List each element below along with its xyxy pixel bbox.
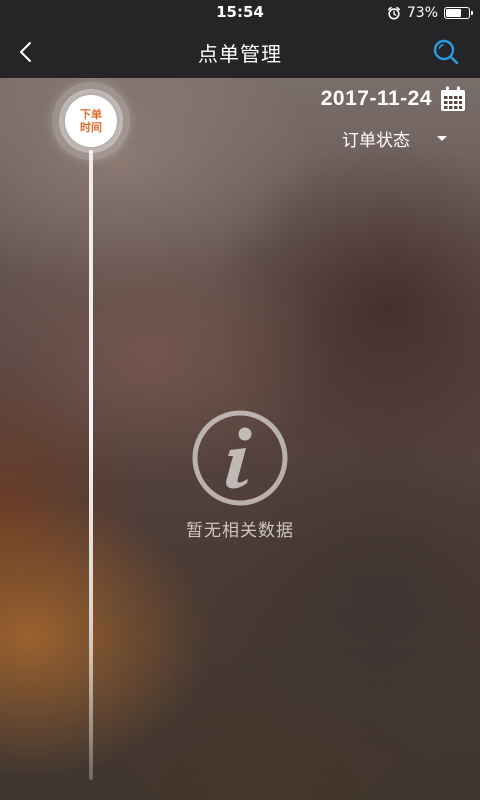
date-picker[interactable]: 2017-11-24 bbox=[321, 86, 466, 112]
status-bar: 15:54 73% bbox=[0, 0, 480, 26]
order-time-label-line2: 时间 bbox=[80, 121, 102, 134]
battery-level bbox=[446, 9, 461, 17]
caret-down-icon bbox=[437, 135, 447, 141]
empty-message: 暂无相关数据 bbox=[186, 521, 294, 541]
search-icon bbox=[433, 39, 459, 65]
calendar-icon bbox=[441, 86, 465, 111]
empty-state: 暂无相关数据 bbox=[0, 408, 480, 541]
order-time-sort-button[interactable]: 下单 时间 bbox=[65, 95, 117, 147]
order-time-label-line1: 下单 bbox=[80, 108, 102, 121]
order-status-label: 订单状态 bbox=[342, 131, 410, 151]
battery-percent: 73% bbox=[406, 5, 438, 21]
nav-bar: 点单管理 bbox=[0, 26, 480, 78]
battery-icon bbox=[444, 7, 473, 19]
status-indicators: 73% bbox=[387, 3, 473, 23]
info-icon bbox=[192, 410, 288, 506]
page-title: 点单管理 bbox=[198, 42, 282, 66]
search-button[interactable] bbox=[428, 34, 464, 70]
selected-date: 2017-11-24 bbox=[320, 87, 432, 110]
order-status-filter[interactable]: 订单状态 bbox=[342, 126, 448, 151]
order-management-screen: 15:54 73% 点单管理 下单 时间 2017-11-24 订单状态 暂无相… bbox=[0, 0, 480, 800]
alarm-clock-icon bbox=[387, 6, 400, 20]
top-bar: 15:54 73% 点单管理 bbox=[0, 0, 480, 78]
